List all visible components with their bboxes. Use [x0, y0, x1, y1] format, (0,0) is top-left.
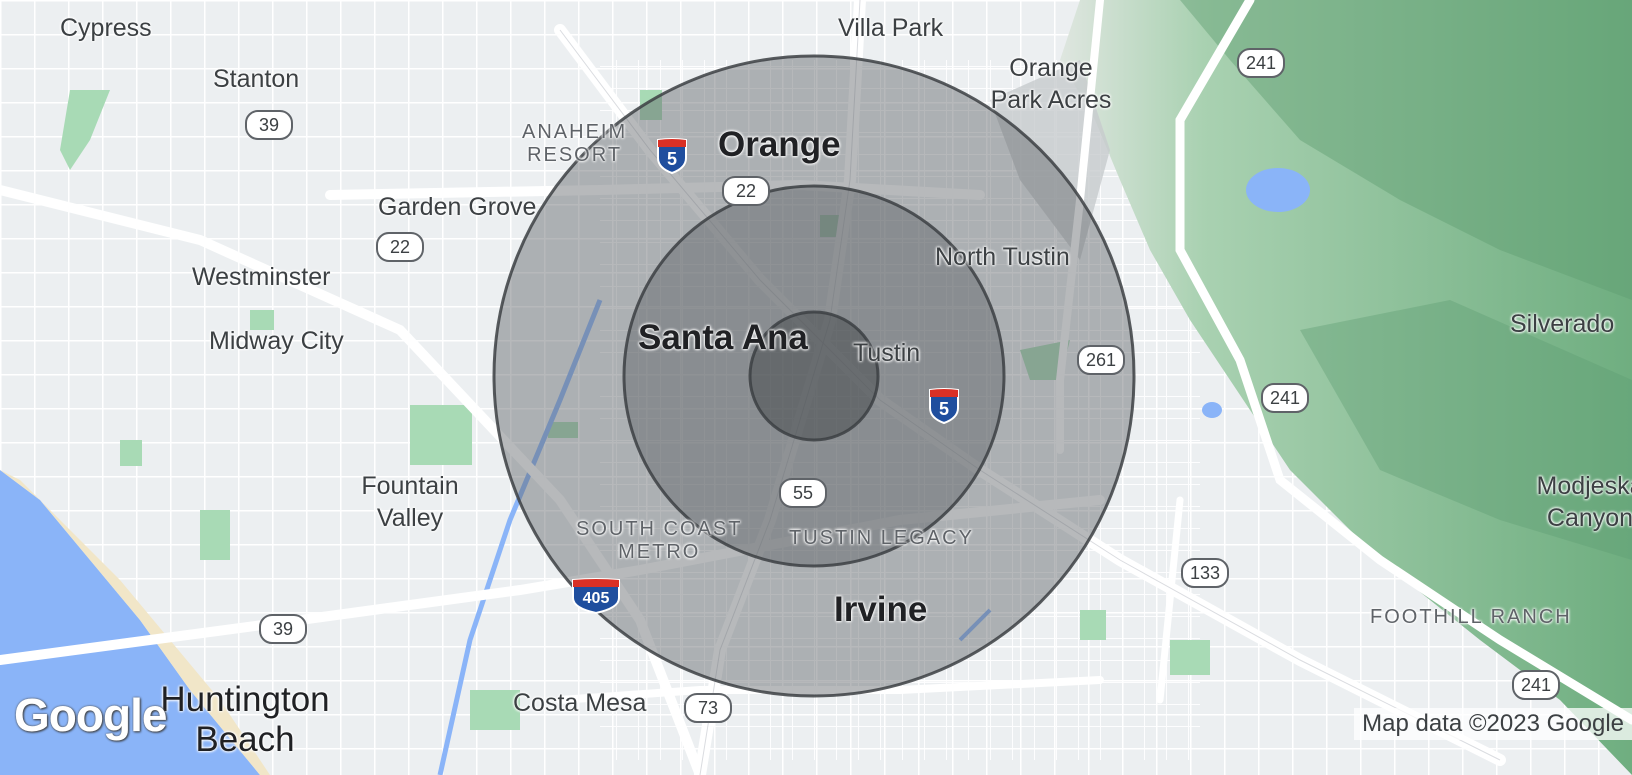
label-orange-park-acres: Orange Park Acres: [990, 54, 1112, 114]
label-westminster: Westminster: [192, 263, 331, 291]
google-logo: Google: [14, 689, 167, 741]
interstate-shield-number: 5: [938, 399, 949, 419]
interstate-shield-5-south: 5: [928, 388, 960, 424]
route-shield-55: 55: [779, 478, 827, 508]
interstate-shield-number: 5: [666, 149, 677, 169]
route-shield-241-north: 241: [1237, 48, 1285, 78]
route-shield-39-north: 39: [245, 110, 293, 140]
label-anaheim-resort: ANAHEIM RESORT: [522, 121, 628, 166]
label-midway-city: Midway City: [209, 327, 344, 355]
label-costa-mesa: Costa Mesa: [513, 689, 647, 717]
label-orange: Orange: [718, 125, 841, 164]
label-south-coast-metro: SOUTH COAST METRO: [576, 518, 743, 563]
label-silverado: Silverado: [1510, 310, 1615, 338]
route-shield-133: 133: [1181, 558, 1229, 588]
label-irvine: Irvine: [834, 590, 928, 629]
label-villa-park: Villa Park: [838, 14, 944, 42]
map-canvas[interactable]: Cypress Villa Park Stanton Orange Park A…: [0, 0, 1632, 775]
route-shield-22-east: 22: [722, 176, 770, 206]
route-shield-39-south: 39: [259, 614, 307, 644]
interstate-shield-number: 405: [582, 590, 610, 607]
label-cypress: Cypress: [60, 14, 152, 42]
label-garden-grove: Garden Grove: [378, 193, 537, 221]
label-santa-ana: Santa Ana: [638, 318, 808, 357]
label-tustin: Tustin: [853, 339, 921, 367]
base-map: [0, 0, 1632, 775]
route-shield-241-south: 241: [1512, 670, 1560, 700]
label-foothill-ranch: FOOTHILL RANCH: [1370, 606, 1572, 628]
route-shield-261: 261: [1077, 345, 1125, 375]
interstate-shield-405: 405: [571, 578, 621, 614]
label-fountain-valley: Fountain Valley: [361, 472, 459, 532]
interstate-shield-5-north: 5: [656, 138, 688, 174]
map-attribution[interactable]: Map data ©2023 Google: [1354, 708, 1632, 740]
route-shield-73: 73: [684, 693, 732, 723]
route-shield-241-mid: 241: [1261, 383, 1309, 413]
label-tustin-legacy: TUSTIN LEGACY: [789, 527, 974, 549]
route-shield-22-west: 22: [376, 232, 424, 262]
label-stanton: Stanton: [213, 65, 300, 93]
label-north-tustin: North Tustin: [935, 243, 1070, 271]
label-modjeska-canyon: Modjeska Canyon: [1536, 472, 1632, 532]
